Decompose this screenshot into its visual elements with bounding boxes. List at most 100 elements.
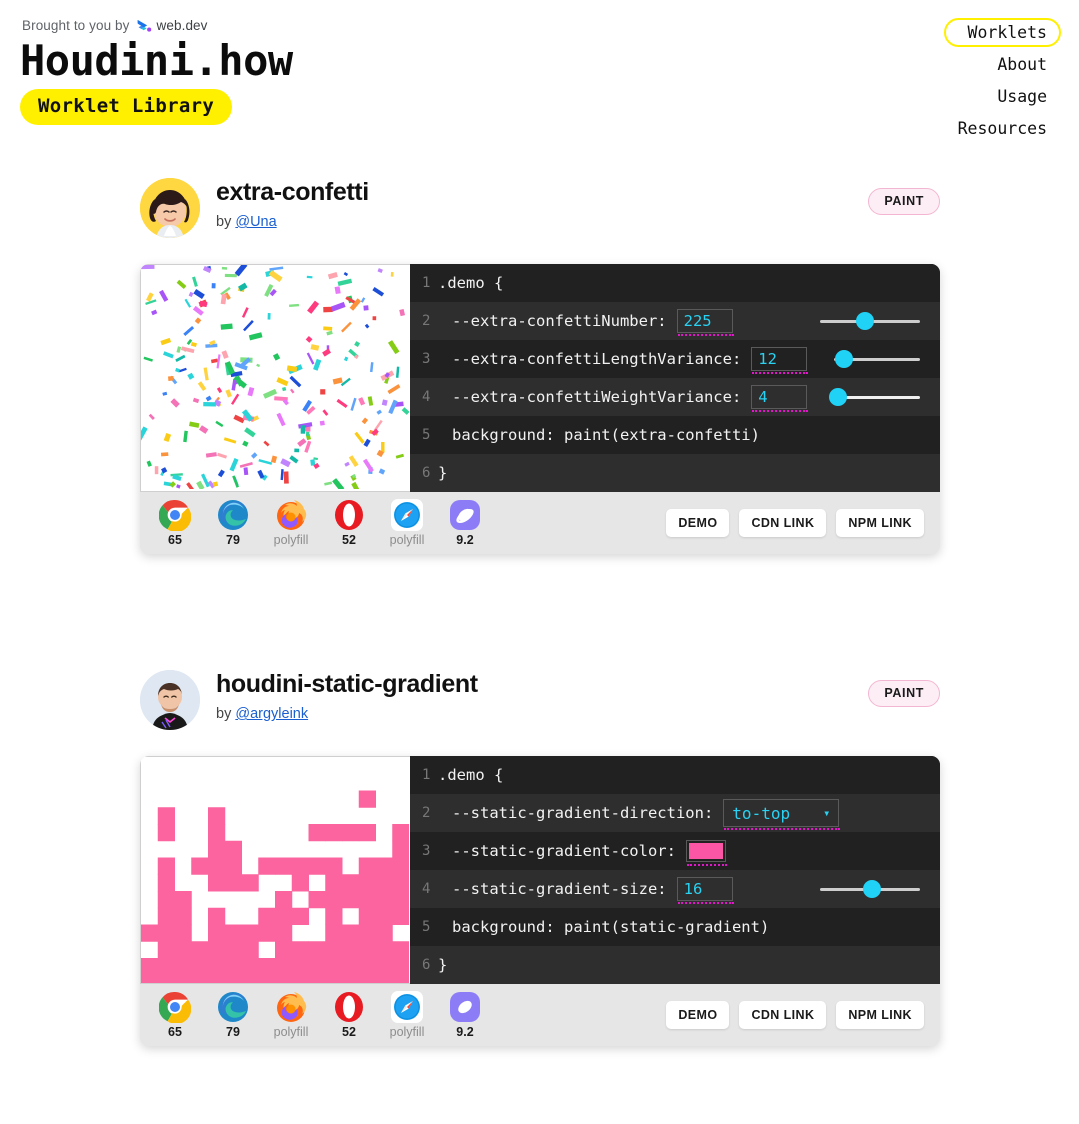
value-input-gradient-size[interactable]: 16 <box>676 877 734 904</box>
code-line: 6 } <box>410 454 940 492</box>
webdev-logo[interactable]: web.dev <box>136 18 208 33</box>
avatar-image-argyleink <box>140 670 200 730</box>
worklet-footer: 65 79 polyfill 52 polyfill 9.2 DEMO CDN … <box>140 984 940 1046</box>
avatar-image-una <box>140 178 200 238</box>
brought-to-you-by: Brought to you by web.dev <box>22 18 208 33</box>
author-link[interactable]: @argyleink <box>235 706 308 722</box>
code-text: background: paint(static-gradient) <box>452 918 770 936</box>
worklet-title: extra-confetti <box>216 178 369 206</box>
chrome-icon <box>159 991 191 1023</box>
code-line: 3 --static-gradient-color: <box>410 832 940 870</box>
worklet-library-page: Brought to you by web.dev Houdini.how Wo… <box>0 0 1079 1124</box>
color-picker-gradient-color[interactable] <box>685 840 727 866</box>
slider-thumb[interactable] <box>856 312 874 330</box>
browser-chrome: 65 <box>154 991 196 1039</box>
worklet-author-line: by @argyleink <box>216 706 308 722</box>
worklet-title: houdini-static-gradient <box>216 670 478 698</box>
worklet-header: extra-confetti by @Una PAINT <box>140 178 940 264</box>
gradient-canvas <box>141 757 409 983</box>
slider-thumb[interactable] <box>863 880 881 898</box>
code-editor-static-gradient: 1 .demo { 2 --static-gradient-direction:… <box>410 756 940 984</box>
nav-item-worklets[interactable]: Worklets <box>943 18 1061 47</box>
worklet-author-line: by @Una <box>216 214 277 230</box>
browser-version: polyfill <box>389 533 425 547</box>
safari-icon <box>391 499 423 531</box>
code-line: 4 --extra-confettiWeightVariance: 4 <box>410 378 940 416</box>
code-text: --static-gradient-direction: <box>452 804 714 822</box>
slider-thumb[interactable] <box>835 350 854 368</box>
npm-link-button[interactable]: NPM LINK <box>836 509 924 537</box>
line-number: 3 <box>422 351 431 367</box>
browser-version: polyfill <box>273 533 309 547</box>
line-number: 5 <box>422 919 431 935</box>
line-number: 5 <box>422 427 431 443</box>
browser-opera: 52 <box>328 991 370 1039</box>
code-text: --extra-confettiWeightVariance: <box>452 388 742 406</box>
opera-icon <box>335 992 363 1022</box>
code-line: 3 --extra-confettiLengthVariance: 12 <box>410 340 940 378</box>
worklet-body: 1 .demo { 2 --extra-confettiNumber: 225 <box>140 264 940 554</box>
edge-icon <box>218 500 248 530</box>
nav-item-usage[interactable]: Usage <box>944 82 1061 111</box>
demo-button[interactable]: DEMO <box>666 509 730 537</box>
cdn-link-button[interactable]: CDN LINK <box>739 1001 827 1029</box>
code-text: --extra-confettiLengthVariance: <box>452 350 742 368</box>
value-input-confettiWeightVariance[interactable]: 4 <box>751 385 809 412</box>
by-label: by <box>216 706 232 722</box>
browser-firefox: polyfill <box>270 499 312 547</box>
code-text: --static-gradient-size: <box>452 880 667 898</box>
author-link[interactable]: @Una <box>235 214 276 230</box>
value-input-confettiNumber[interactable]: 225 <box>676 309 734 336</box>
code-line: 6 } <box>410 946 940 984</box>
browser-firefox: polyfill <box>270 991 312 1039</box>
worklet-main: 1 .demo { 2 --static-gradient-direction:… <box>140 756 940 984</box>
preview-static-gradient <box>140 756 410 984</box>
nav-item-about[interactable]: About <box>944 50 1061 79</box>
browser-safari: polyfill <box>386 991 428 1039</box>
demo-button[interactable]: DEMO <box>666 1001 730 1029</box>
cdn-link-button[interactable]: CDN LINK <box>739 509 827 537</box>
slider-thumb[interactable] <box>829 388 848 406</box>
browser-version: 79 <box>226 1025 240 1039</box>
code-editor-extra-confetti: 1 .demo { 2 --extra-confettiNumber: 225 <box>410 264 940 492</box>
line-number: 1 <box>422 767 431 783</box>
code-line: 2 --extra-confettiNumber: 225 <box>410 302 940 340</box>
browser-version: 79 <box>226 533 240 547</box>
preview-confetti <box>140 264 410 492</box>
site-header: Brought to you by web.dev Houdini.how Wo… <box>0 0 1079 140</box>
main-navigation: Worklets About Usage Resources <box>943 18 1061 146</box>
avatar <box>140 178 200 238</box>
select-gradient-direction[interactable]: to-top ▾ <box>723 799 841 830</box>
value-input-confettiLengthVariance[interactable]: 12 <box>751 347 809 374</box>
firefox-icon <box>277 992 307 1022</box>
slider-gradient-size[interactable] <box>820 879 920 899</box>
opera-icon <box>335 500 363 530</box>
status-badge-paint[interactable]: PAINT <box>868 188 940 215</box>
worklet-actions: DEMO CDN LINK NPM LINK <box>666 1001 924 1029</box>
browser-samsung-internet: 9.2 <box>444 499 486 547</box>
browser-version: 52 <box>342 533 356 547</box>
browser-version: 65 <box>168 1025 182 1039</box>
confetti-canvas <box>141 265 409 489</box>
avatar <box>140 670 200 730</box>
browser-version: polyfill <box>273 1025 309 1039</box>
nav-item-resources[interactable]: Resources <box>944 114 1061 143</box>
line-number: 4 <box>422 881 431 897</box>
brought-to-you-by-text: Brought to you by <box>22 18 130 33</box>
slider-confettiWeightVariance[interactable] <box>829 387 920 407</box>
slider-confettiLengthVariance[interactable] <box>834 349 920 369</box>
slider-confettiNumber[interactable] <box>820 311 920 331</box>
firefox-icon <box>277 500 307 530</box>
status-badge-paint[interactable]: PAINT <box>868 680 940 707</box>
npm-link-button[interactable]: NPM LINK <box>836 1001 924 1029</box>
worklet-body: 1 .demo { 2 --static-gradient-direction:… <box>140 756 940 1046</box>
code-text: background: paint(extra-confetti) <box>452 426 760 444</box>
color-swatch <box>688 843 723 859</box>
select-value: to-top <box>732 803 791 823</box>
line-number: 2 <box>422 313 431 329</box>
line-number: 3 <box>422 843 431 859</box>
browser-edge: 79 <box>212 499 254 547</box>
worklet-card-extra-confetti: extra-confetti by @Una PAINT 1 .demo {2… <box>140 178 940 554</box>
code-text: .demo { <box>438 274 504 292</box>
samsung-internet-icon <box>450 992 480 1022</box>
